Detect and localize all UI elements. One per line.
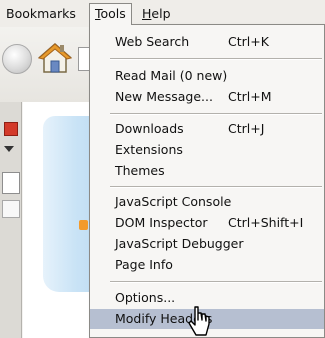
- menu-item-themes[interactable]: Themes: [90, 161, 324, 181]
- navigation-button-icon[interactable]: [2, 44, 32, 74]
- menu-help-label: elp: [151, 6, 171, 21]
- stop-button[interactable]: [4, 122, 18, 136]
- menu-separator: [110, 58, 322, 60]
- menu-item-label: Page Info: [115, 257, 173, 272]
- menu-tools-label: ools: [100, 6, 126, 21]
- menu-item-label: Themes: [115, 163, 165, 178]
- menu-tools[interactable]: Tools: [89, 3, 132, 25]
- menu-item-web-search[interactable]: Web Search Ctrl+K: [90, 32, 324, 52]
- menu-item-javascript-debugger[interactable]: JavaScript Debugger: [90, 234, 324, 254]
- dropdown-arrow-icon[interactable]: [4, 146, 14, 152]
- menu-item-shortcut: Ctrl+J: [228, 121, 265, 136]
- menu-separator: [110, 186, 322, 188]
- tools-menu: Web Search Ctrl+K Read Mail (0 new) New …: [89, 24, 325, 338]
- menu-item-read-mail[interactable]: Read Mail (0 new): [90, 66, 324, 86]
- menu-bookmarks-label: Bookmarks: [6, 6, 76, 21]
- menu-item-extensions[interactable]: Extensions: [90, 140, 324, 160]
- menu-item-javascript-console[interactable]: JavaScript Console: [90, 192, 324, 212]
- menu-item-label: JavaScript Console: [115, 194, 232, 209]
- home-icon[interactable]: [37, 42, 73, 74]
- menu-item-shortcut: Ctrl+Shift+I: [228, 215, 304, 230]
- sidebar-panel-button[interactable]: [2, 172, 20, 194]
- menu-item-dom-inspector[interactable]: DOM Inspector Ctrl+Shift+I: [90, 213, 324, 233]
- menu-item-label: DOM Inspector: [115, 215, 208, 230]
- menu-help-accesskey: H: [142, 6, 152, 21]
- menu-separator: [110, 113, 322, 115]
- menu-item-new-message[interactable]: New Message... Ctrl+M: [90, 87, 324, 107]
- menu-item-label: New Message...: [115, 89, 213, 104]
- sidebar-panel-button[interactable]: [2, 200, 20, 218]
- menu-item-label: JavaScript Debugger: [115, 236, 244, 251]
- menu-item-shortcut: Ctrl+K: [228, 34, 269, 49]
- menu-item-page-info[interactable]: Page Info: [90, 255, 324, 275]
- menu-item-label: Extensions: [115, 142, 183, 157]
- menu-bar: Bookmarks Tools Help: [0, 0, 325, 27]
- menu-item-shortcut: Ctrl+M: [228, 89, 272, 104]
- menu-item-label: Read Mail (0 new): [115, 68, 228, 83]
- menu-bookmarks[interactable]: Bookmarks: [2, 4, 80, 24]
- menu-item-label: Downloads: [115, 121, 184, 136]
- page-graphic-dot: [79, 220, 88, 230]
- menu-item-label: Web Search: [115, 34, 190, 49]
- menu-item-downloads[interactable]: Downloads Ctrl+J: [90, 119, 324, 139]
- mouse-pointer-icon: [186, 305, 212, 338]
- menu-item-label: Options...: [115, 290, 176, 305]
- menu-help[interactable]: Help: [138, 4, 175, 24]
- menu-separator: [110, 281, 322, 283]
- sidebar-strip: [0, 102, 22, 338]
